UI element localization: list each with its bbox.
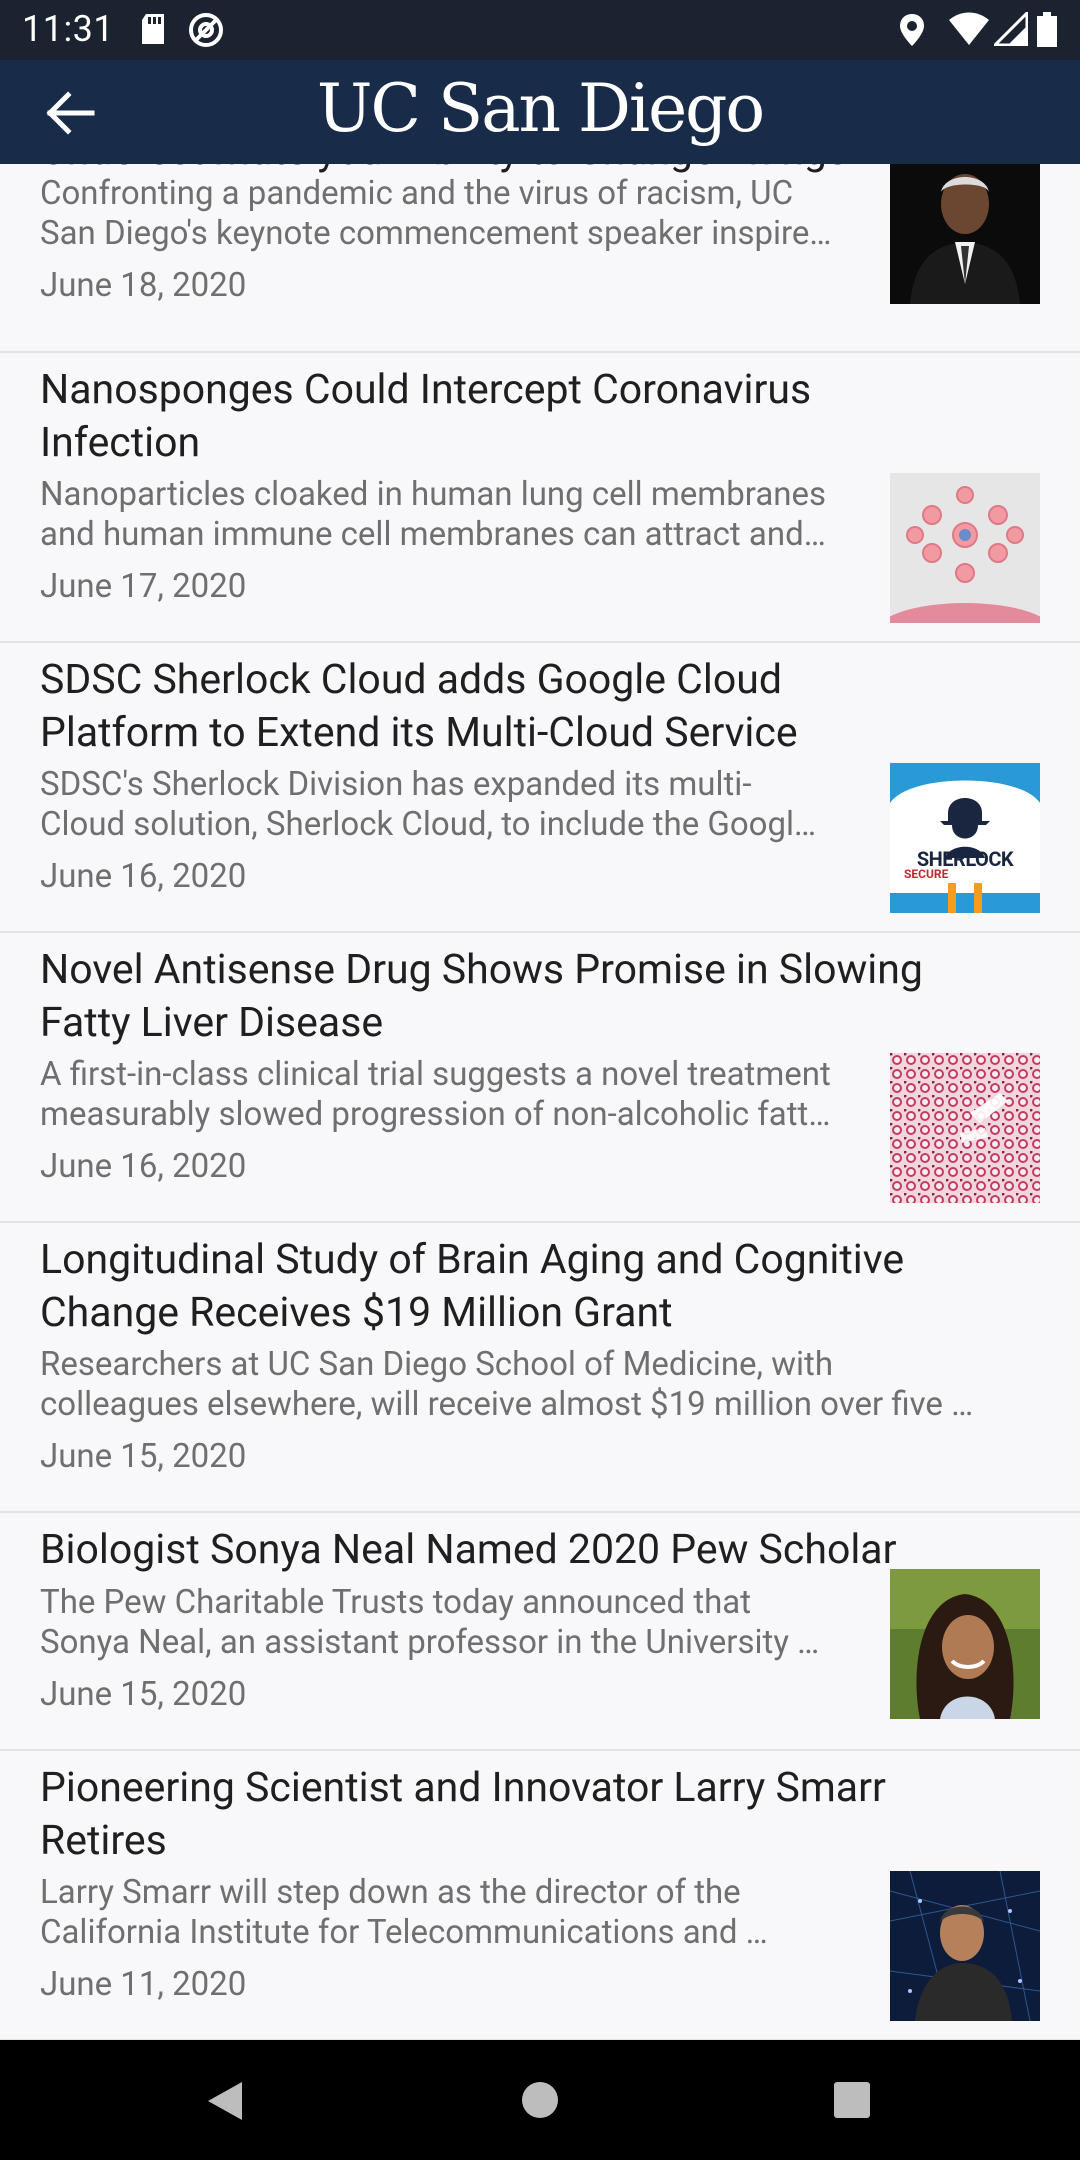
- article-title-line-1: Longitudinal Study of Brain Aging and Co…: [40, 1236, 905, 1284]
- signal-icon: [994, 12, 1028, 46]
- article-date: June 18, 2020: [40, 266, 247, 305]
- wifi-icon: [949, 12, 989, 45]
- article-thumbnail: [890, 1053, 1040, 1203]
- status-time: 11:31: [22, 8, 115, 50]
- back-triangle-icon[interactable]: [204, 2080, 244, 2122]
- location-icon: [900, 14, 924, 46]
- article-title-line-1: SDSC Sherlock Cloud adds Google Cloud: [40, 656, 782, 704]
- article-desc-line-2: colleagues elsewhere, will receive almos…: [40, 1385, 974, 1424]
- sd-card-icon: [142, 14, 164, 44]
- article-date: June 16, 2020: [40, 857, 247, 896]
- status-bar: 11:31: [0, 0, 1080, 60]
- article-desc-line-2: and human immune cell membranes can attr…: [40, 515, 826, 554]
- article-date: June 17, 2020: [40, 567, 247, 606]
- news-list[interactable]: Underestimate your Ability to Change Thi…: [0, 164, 1080, 2040]
- article-thumbnail: [890, 164, 1040, 304]
- article-desc-line-1: Confronting a pandemic and the virus of …: [40, 174, 794, 213]
- news-item[interactable]: Longitudinal Study of Brain Aging and Co…: [0, 1223, 1080, 1513]
- article-thumbnail: [890, 1871, 1040, 2021]
- article-date: June 11, 2020: [40, 1965, 247, 2004]
- system-nav-bar: [0, 2040, 1080, 2160]
- news-item[interactable]: Biologist Sonya Neal Named 2020 Pew Scho…: [0, 1513, 1080, 1751]
- app-bar: UC San Diego: [0, 60, 1080, 164]
- battery-icon: [1037, 12, 1057, 47]
- uc-san-diego-logo: UC San Diego: [316, 70, 765, 147]
- article-title-line-1: Novel Antisense Drug Shows Promise in Sl…: [40, 946, 923, 994]
- article-desc-line-2: Cloud solution, Sherlock Cloud, to inclu…: [40, 805, 817, 844]
- sherlock-logo-subtext: SECURE: [904, 867, 949, 881]
- article-date: June 15, 2020: [40, 1675, 247, 1714]
- article-desc-line-2: measurably slowed progression of non-alc…: [40, 1095, 831, 1134]
- article-desc-line-1: The Pew Charitable Trusts today announce…: [40, 1583, 752, 1622]
- news-item[interactable]: Novel Antisense Drug Shows Promise in Sl…: [0, 933, 1080, 1223]
- article-desc-line-1: Nanoparticles cloaked in human lung cell…: [40, 475, 827, 514]
- news-item[interactable]: Pioneering Scientist and Innovator Larry…: [0, 1751, 1080, 2040]
- article-title-line-1: Nanosponges Could Intercept Coronavirus: [40, 366, 812, 414]
- news-item[interactable]: Nanosponges Could Intercept Coronavirus …: [0, 353, 1080, 643]
- article-title-line-2: Change Receives $19 Million Grant: [40, 1289, 673, 1337]
- article-desc-line-1: Larry Smarr will step down as the direct…: [40, 1873, 741, 1912]
- article-desc-line-1: Researchers at UC San Diego School of Me…: [40, 1345, 834, 1384]
- article-desc-line-2: California Institute for Telecommunicati…: [40, 1913, 768, 1952]
- article-title-line-1: Pioneering Scientist and Innovator Larry…: [40, 1764, 886, 1812]
- article-thumbnail: [890, 1569, 1040, 1719]
- recents-square-icon[interactable]: [834, 2082, 870, 2118]
- article-desc-line-1: A first-in-class clinical trial suggests…: [40, 1055, 831, 1094]
- article-desc-line-2: San Diego's keynote commencement speaker…: [40, 214, 832, 253]
- article-title-line-2: Fatty Liver Disease: [40, 999, 384, 1047]
- article-title-line-2: Infection: [40, 419, 201, 467]
- article-title-line-2: Retires: [40, 1817, 167, 1865]
- home-circle-icon[interactable]: [520, 2080, 560, 2120]
- at-sign-icon: [189, 13, 223, 47]
- article-date: June 15, 2020: [40, 1437, 247, 1476]
- news-item[interactable]: Underestimate your Ability to Change Thi…: [0, 164, 1080, 353]
- news-item[interactable]: SDSC Sherlock Cloud adds Google Cloud Pl…: [0, 643, 1080, 933]
- article-desc-line-2: Sonya Neal, an assistant professor in th…: [40, 1623, 820, 1662]
- article-thumbnail: [890, 473, 1040, 623]
- article-title-line-2: Platform to Extend its Multi-Cloud Servi…: [40, 709, 798, 757]
- article-date: June 16, 2020: [40, 1147, 247, 1186]
- article-desc-line-1: SDSC's Sherlock Division has expanded it…: [40, 765, 752, 804]
- article-thumbnail: SHERLOCK SECURE: [890, 763, 1040, 913]
